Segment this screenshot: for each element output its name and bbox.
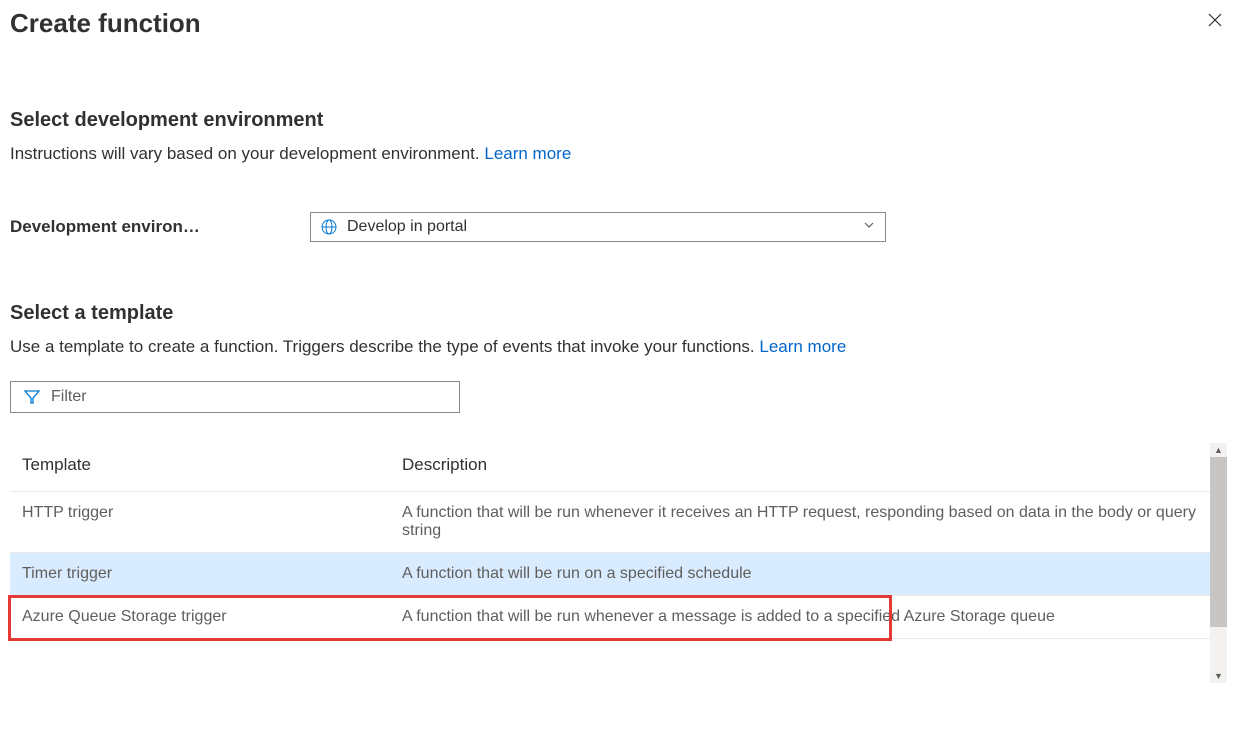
scrollbar-down-button[interactable]: ▼ bbox=[1210, 669, 1227, 683]
template-description: Use a template to create a function. Tri… bbox=[10, 337, 1227, 357]
close-button[interactable] bbox=[1203, 8, 1227, 37]
col-header-description[interactable]: Description bbox=[390, 443, 1225, 492]
filter-box[interactable] bbox=[10, 381, 460, 413]
globe-icon bbox=[321, 219, 337, 235]
table-row[interactable]: Azure Queue Storage trigger A function t… bbox=[10, 596, 1225, 639]
filter-icon bbox=[23, 388, 41, 406]
scrollbar-up-button[interactable]: ▲ bbox=[1210, 443, 1227, 457]
dev-env-label: Development environ… bbox=[10, 217, 310, 237]
env-desc-text: Instructions will vary based on your dev… bbox=[10, 144, 484, 163]
col-header-template[interactable]: Template bbox=[10, 443, 390, 492]
dev-env-value: Develop in portal bbox=[347, 218, 467, 236]
template-name: HTTP trigger bbox=[10, 492, 390, 553]
templates-table: Template Description HTTP trigger A func… bbox=[10, 443, 1225, 639]
env-description: Instructions will vary based on your dev… bbox=[10, 144, 1227, 164]
template-heading: Select a template bbox=[10, 302, 1227, 325]
table-row[interactable]: Timer trigger A function that will be ru… bbox=[10, 553, 1225, 596]
template-desc: A function that will be run whenever it … bbox=[390, 492, 1225, 553]
filter-input[interactable] bbox=[51, 388, 447, 406]
scrollbar-thumb[interactable] bbox=[1210, 457, 1227, 627]
caret-down-icon: ▼ bbox=[1214, 671, 1223, 681]
caret-up-icon: ▲ bbox=[1214, 445, 1223, 455]
env-heading: Select development environment bbox=[10, 109, 1227, 132]
chevron-down-icon bbox=[863, 218, 875, 236]
template-desc: A function that will be run on a specifi… bbox=[390, 553, 1225, 596]
env-learn-more-link[interactable]: Learn more bbox=[484, 144, 571, 163]
table-row[interactable]: HTTP trigger A function that will be run… bbox=[10, 492, 1225, 553]
close-icon bbox=[1207, 15, 1223, 32]
template-name: Timer trigger bbox=[10, 553, 390, 596]
template-name: Azure Queue Storage trigger bbox=[10, 596, 390, 639]
template-learn-more-link[interactable]: Learn more bbox=[759, 337, 846, 356]
page-title: Create function bbox=[10, 8, 201, 39]
template-desc-text: Use a template to create a function. Tri… bbox=[10, 337, 759, 356]
template-desc: A function that will be run whenever a m… bbox=[390, 596, 1225, 639]
dev-env-dropdown[interactable]: Develop in portal bbox=[310, 212, 886, 242]
